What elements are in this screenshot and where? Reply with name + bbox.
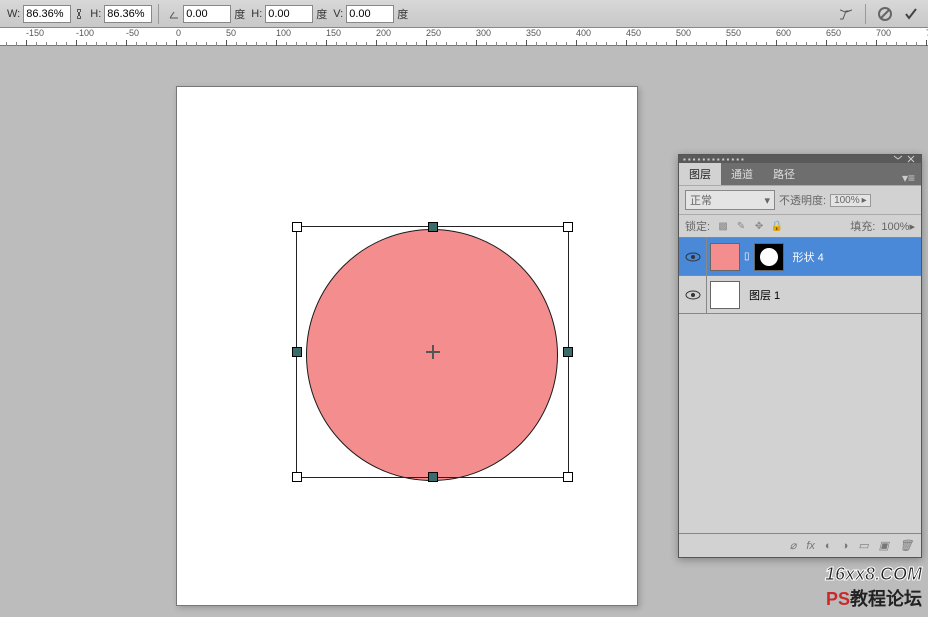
- width-label: W:: [7, 8, 20, 20]
- options-bar: W: H: 度 H: 度 V: 度: [0, 0, 928, 28]
- handle-bottom-right[interactable]: [563, 472, 573, 482]
- tab-paths[interactable]: 路径: [763, 163, 805, 185]
- layer-style-icon[interactable]: fx: [806, 540, 815, 552]
- new-layer-icon[interactable]: ▣: [879, 539, 889, 552]
- ruler-tick: 0: [176, 28, 181, 38]
- layer-list-empty: [679, 313, 921, 533]
- height-input[interactable]: [104, 5, 152, 23]
- ruler-tick: 100: [276, 28, 291, 38]
- lock-all-icon[interactable]: 🔒: [770, 219, 784, 233]
- layer-mask-icon[interactable]: ◐: [825, 540, 832, 552]
- separator: [865, 4, 866, 24]
- commit-icon[interactable]: [901, 4, 921, 24]
- opacity-input[interactable]: 100%▸: [830, 194, 871, 207]
- ruler-tick: 50: [226, 28, 236, 38]
- lock-row: 锁定: ▩ ✎ ✥ 🔒 填充: 100%▸: [679, 214, 921, 237]
- layer-row-layer1[interactable]: 图层 1: [679, 275, 921, 313]
- h-skew-input[interactable]: [265, 5, 313, 23]
- ruler-tick: -100: [76, 28, 94, 38]
- group-icon[interactable]: ▭: [858, 539, 868, 552]
- ruler-tick: -150: [26, 28, 44, 38]
- layer-thumbnail[interactable]: [710, 243, 740, 271]
- transform-bounding-box[interactable]: [296, 226, 569, 478]
- ruler-tick: 400: [576, 28, 591, 38]
- ruler-tick: 200: [376, 28, 391, 38]
- lock-position-icon[interactable]: ✥: [752, 219, 766, 233]
- warp-icon[interactable]: [836, 4, 856, 24]
- link-layers-icon[interactable]: ⌀: [790, 539, 797, 552]
- visibility-toggle[interactable]: [679, 238, 707, 275]
- ruler-tick: 550: [726, 28, 741, 38]
- handle-bottom-left[interactable]: [292, 472, 302, 482]
- collapse-icon[interactable]: [893, 155, 903, 163]
- handle-bottom-mid[interactable]: [428, 472, 438, 482]
- fill-input[interactable]: 100%▸: [881, 220, 915, 233]
- link-icon[interactable]: [74, 7, 84, 21]
- lock-label: 锁定:: [685, 218, 710, 234]
- lock-transparency-icon[interactable]: ▩: [716, 219, 730, 233]
- ruler-tick: 150: [326, 28, 341, 38]
- layers-panel: ▪▪▪▪▪▪▪▪▪▪▪▪▪ 图层 通道 路径 ▾≡ 正常▾ 不透明度: 100%…: [678, 154, 922, 558]
- blend-mode-select[interactable]: 正常▾: [685, 190, 775, 210]
- layer-list: ▯ 形状 4 图层 1: [679, 237, 921, 533]
- handle-top-mid[interactable]: [428, 222, 438, 232]
- close-icon[interactable]: [907, 155, 917, 163]
- fill-label: 填充:: [850, 218, 875, 234]
- horizontal-ruler: -200-150-100-500501001502002503003504004…: [0, 28, 928, 46]
- workspace: ▪▪▪▪▪▪▪▪▪▪▪▪▪ 图层 通道 路径 ▾≡ 正常▾ 不透明度: 100%…: [0, 46, 928, 617]
- mask-thumbnail[interactable]: [754, 243, 784, 271]
- watermark-line1: 16xx8.COM: [825, 564, 922, 585]
- angle-icon: [168, 8, 180, 20]
- layer-row-shape4[interactable]: ▯ 形状 4: [679, 237, 921, 275]
- handle-left-mid[interactable]: [292, 347, 302, 357]
- blend-row: 正常▾ 不透明度: 100%▸: [679, 185, 921, 214]
- eye-icon: [685, 252, 701, 262]
- visibility-toggle[interactable]: [679, 276, 707, 313]
- ruler-tick: 500: [676, 28, 691, 38]
- v-skew-input[interactable]: [346, 5, 394, 23]
- watermark-line2: PS教程论坛: [825, 585, 922, 611]
- layer-name[interactable]: 形状 4: [793, 249, 824, 265]
- ruler-tick: 250: [426, 28, 441, 38]
- transform-center-icon[interactable]: [426, 345, 440, 359]
- watermark: 16xx8.COM PS教程论坛: [825, 564, 922, 611]
- tab-channels[interactable]: 通道: [721, 163, 763, 185]
- adjustment-layer-icon[interactable]: ◑: [842, 540, 849, 552]
- lock-paint-icon[interactable]: ✎: [734, 219, 748, 233]
- trash-icon[interactable]: 🗑: [899, 539, 913, 552]
- h-skew-label: H:: [251, 8, 262, 20]
- ruler-tick: 300: [476, 28, 491, 38]
- h-skew-unit: 度: [316, 6, 327, 22]
- ruler-tick: 600: [776, 28, 791, 38]
- panel-footer: ⌀ fx ◐ ◑ ▭ ▣ 🗑: [679, 533, 921, 557]
- panel-tabs: 图层 通道 路径 ▾≡: [679, 163, 921, 185]
- separator: [158, 4, 159, 24]
- handle-top-left[interactable]: [292, 222, 302, 232]
- v-skew-label: V:: [333, 8, 343, 20]
- handle-right-mid[interactable]: [563, 347, 573, 357]
- ruler-tick: 700: [876, 28, 891, 38]
- ruler-tick: 650: [826, 28, 841, 38]
- cancel-icon[interactable]: [875, 4, 895, 24]
- panel-menu-icon[interactable]: ▾≡: [896, 171, 921, 185]
- tab-layers[interactable]: 图层: [679, 163, 721, 185]
- eye-icon: [685, 290, 701, 300]
- ruler-tick: -50: [126, 28, 139, 38]
- angle-input[interactable]: [183, 5, 231, 23]
- ruler-tick: 350: [526, 28, 541, 38]
- link-mask-icon[interactable]: ▯: [744, 251, 750, 262]
- angle-unit: 度: [234, 6, 245, 22]
- panel-dragbar[interactable]: ▪▪▪▪▪▪▪▪▪▪▪▪▪: [679, 155, 921, 163]
- opacity-label: 不透明度:: [779, 192, 826, 208]
- height-label: H:: [90, 8, 101, 20]
- v-skew-unit: 度: [397, 6, 408, 22]
- layer-thumbnail[interactable]: [710, 281, 740, 309]
- ruler-tick: 450: [626, 28, 641, 38]
- handle-top-right[interactable]: [563, 222, 573, 232]
- width-input[interactable]: [23, 5, 71, 23]
- layer-name[interactable]: 图层 1: [749, 287, 780, 303]
